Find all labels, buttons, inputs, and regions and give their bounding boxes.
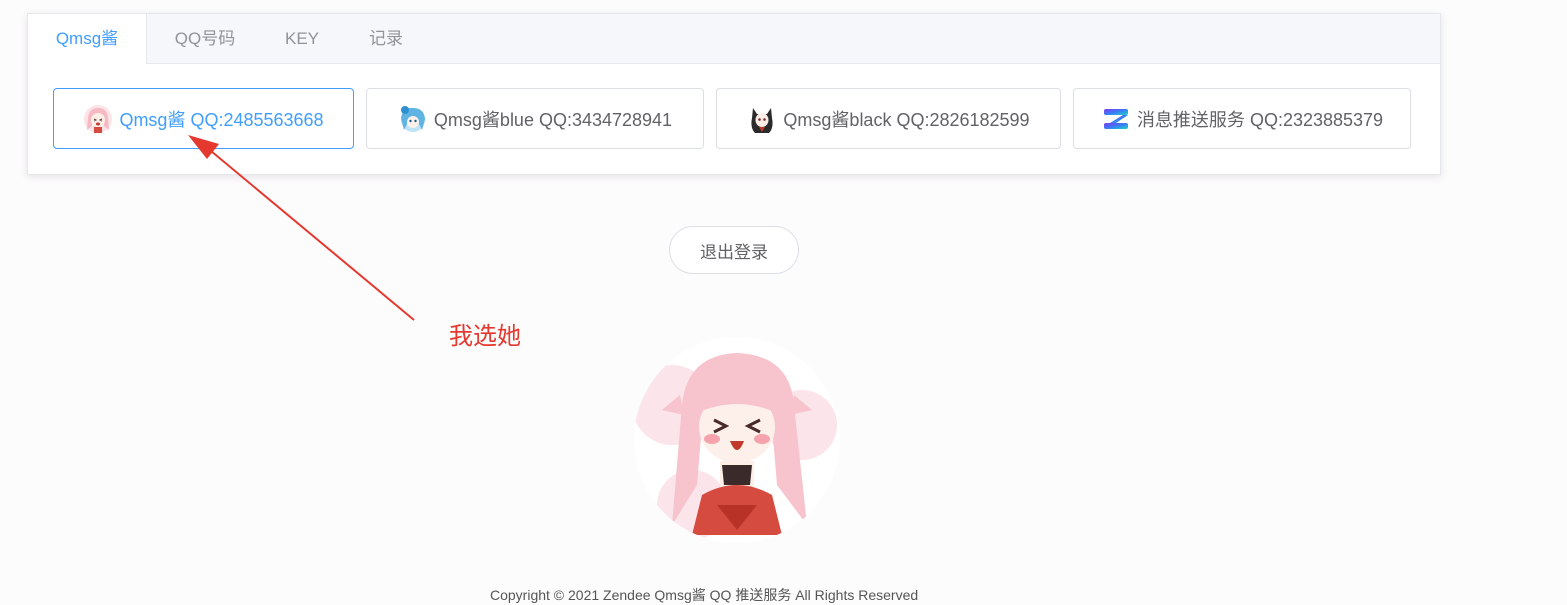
qmsg-mascot-avatar bbox=[634, 337, 840, 543]
footer-copyright: Copyright © 2021 Zendee Qmsg酱 QQ 推送服务 Al… bbox=[490, 587, 919, 603]
annotation-label: 我选她 bbox=[449, 322, 521, 350]
